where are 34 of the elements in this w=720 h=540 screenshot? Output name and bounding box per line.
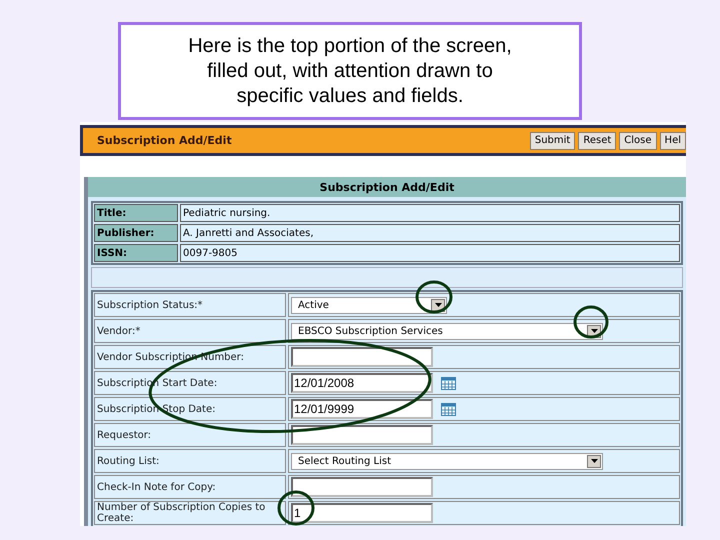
page-title: Subscription Add/Edit <box>97 134 233 147</box>
annotation-circle <box>278 490 314 526</box>
calendar-icon[interactable] <box>441 376 456 390</box>
field-label: Requestor: <box>97 430 152 440</box>
dropdown-field[interactable]: Active <box>291 296 447 314</box>
date-field[interactable]: 12/01/2008 <box>291 373 433 393</box>
field-label: ISSN: <box>94 244 178 262</box>
annotation-circle <box>574 306 608 338</box>
field-label: Check-In Note for Copy: <box>97 482 216 492</box>
text-field[interactable] <box>291 477 433 497</box>
field-value: 0097-9805 <box>180 244 680 262</box>
panel-title: Subscription Add/Edit <box>88 177 686 197</box>
toolbar-button[interactable]: Hel <box>660 132 686 150</box>
toolbar-button[interactable]: Close <box>619 132 657 150</box>
field-label: Publisher: <box>94 224 178 242</box>
field-label: Title: <box>94 204 178 222</box>
text-field[interactable] <box>291 425 433 445</box>
calendar-icon[interactable] <box>441 402 456 416</box>
text-field[interactable] <box>291 347 433 367</box>
field-label: Vendor:* <box>97 326 140 336</box>
annotation-circle <box>416 280 452 314</box>
field-label: Subscription Status:* <box>97 300 203 310</box>
field-label: Routing List: <box>97 456 160 466</box>
dropdown-field[interactable]: Select Routing List <box>291 452 603 470</box>
slide-caption: Here is the top portion of the screen, filled out, with attention drawn to specific values and fields. <box>118 22 582 120</box>
text-field[interactable]: 1 <box>291 503 433 523</box>
field-value: A. Janretti and Associates, <box>180 224 680 242</box>
field-label: Subscription Stop Date: <box>97 404 216 414</box>
toolbar-button[interactable]: Submit <box>530 132 576 150</box>
date-field[interactable]: 12/01/9999 <box>291 399 433 419</box>
field-label: Number of Subscription Copies to Create: <box>97 502 266 524</box>
toolbar-button[interactable]: Reset <box>578 132 616 150</box>
dropdown-field[interactable]: EBSCO Subscription Services <box>291 322 603 340</box>
field-value: Pediatric nursing. <box>180 204 680 222</box>
